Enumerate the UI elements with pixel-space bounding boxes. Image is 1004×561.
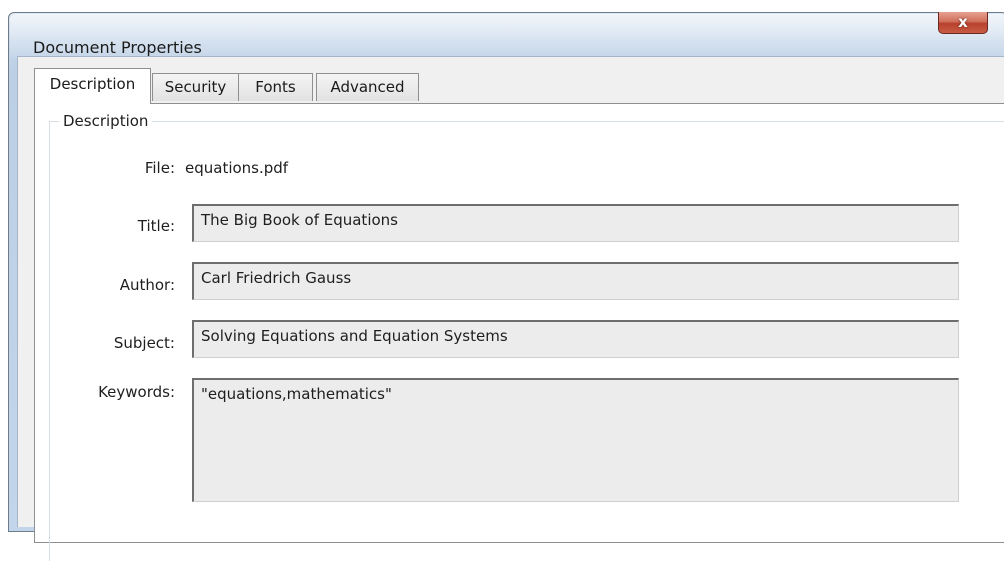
tab-description[interactable]: Description [34, 68, 151, 104]
title-field[interactable]: The Big Book of Equations [192, 204, 959, 242]
tab-security[interactable]: Security [152, 73, 239, 101]
author-field[interactable]: Carl Friedrich Gauss [192, 262, 959, 300]
subject-field[interactable]: Solving Equations and Equation Systems [192, 320, 959, 358]
file-value: equations.pdf [185, 159, 289, 177]
dialog-client-area: Description Security Fonts Advanced Desc… [17, 56, 1004, 561]
close-icon: x [958, 13, 968, 31]
title-label: Title: [137, 217, 175, 235]
file-label: File: [144, 159, 175, 177]
group-label-description: Description [59, 112, 153, 130]
keywords-label: Keywords: [98, 383, 175, 401]
subject-label: Subject: [113, 334, 175, 352]
author-label: Author: [119, 276, 175, 294]
description-panel: Description File: equations.pdf Title: T… [34, 103, 1004, 561]
tab-fonts[interactable]: Fonts [238, 73, 313, 101]
close-button[interactable]: x [938, 12, 988, 34]
keywords-field[interactable]: "equations,mathematics" [192, 378, 959, 502]
group-border-top [49, 121, 1004, 122]
window-title: Document Properties [33, 38, 202, 57]
tab-advanced[interactable]: Advanced [316, 73, 419, 101]
